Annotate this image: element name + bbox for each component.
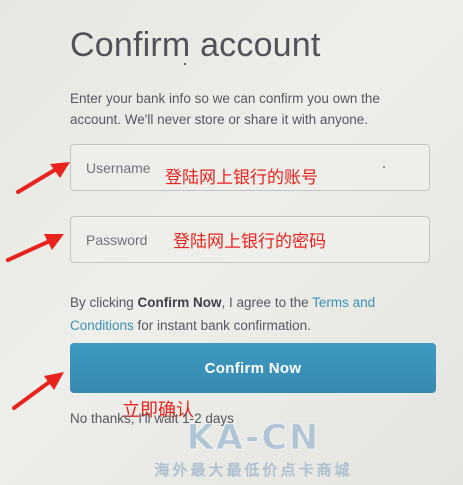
decorative-dot [184,63,186,65]
agreement-prefix: By clicking [70,295,138,310]
watermark: KA-CN 海外最大最低价点卡商城 [146,418,361,482]
agreement-bold: Confirm Now [137,295,222,310]
arrow-icon [16,162,70,194]
decorative-dot [383,166,385,168]
confirm-now-button[interactable]: Confirm Now [70,343,436,393]
password-annotation: 登陆网上银行的密码 [173,232,326,252]
arrow-icon [6,234,64,262]
username-annotation: 登陆网上银行的账号 [165,168,318,188]
intro-text: Enter your bank info so we can confirm y… [70,91,380,127]
page-title: Confirm account [70,26,321,64]
agreement-suffix: for instant bank confirmation. [133,318,311,333]
agreement-middle: , I agree to the [221,295,313,310]
watermark-tagline: 海外最大最低价点卡商城 [154,461,353,479]
watermark-logo: KA-CN [186,418,321,459]
arrow-icon [12,372,64,410]
agreement-text: By clicking Confirm Now, I agree to the … [70,291,430,337]
